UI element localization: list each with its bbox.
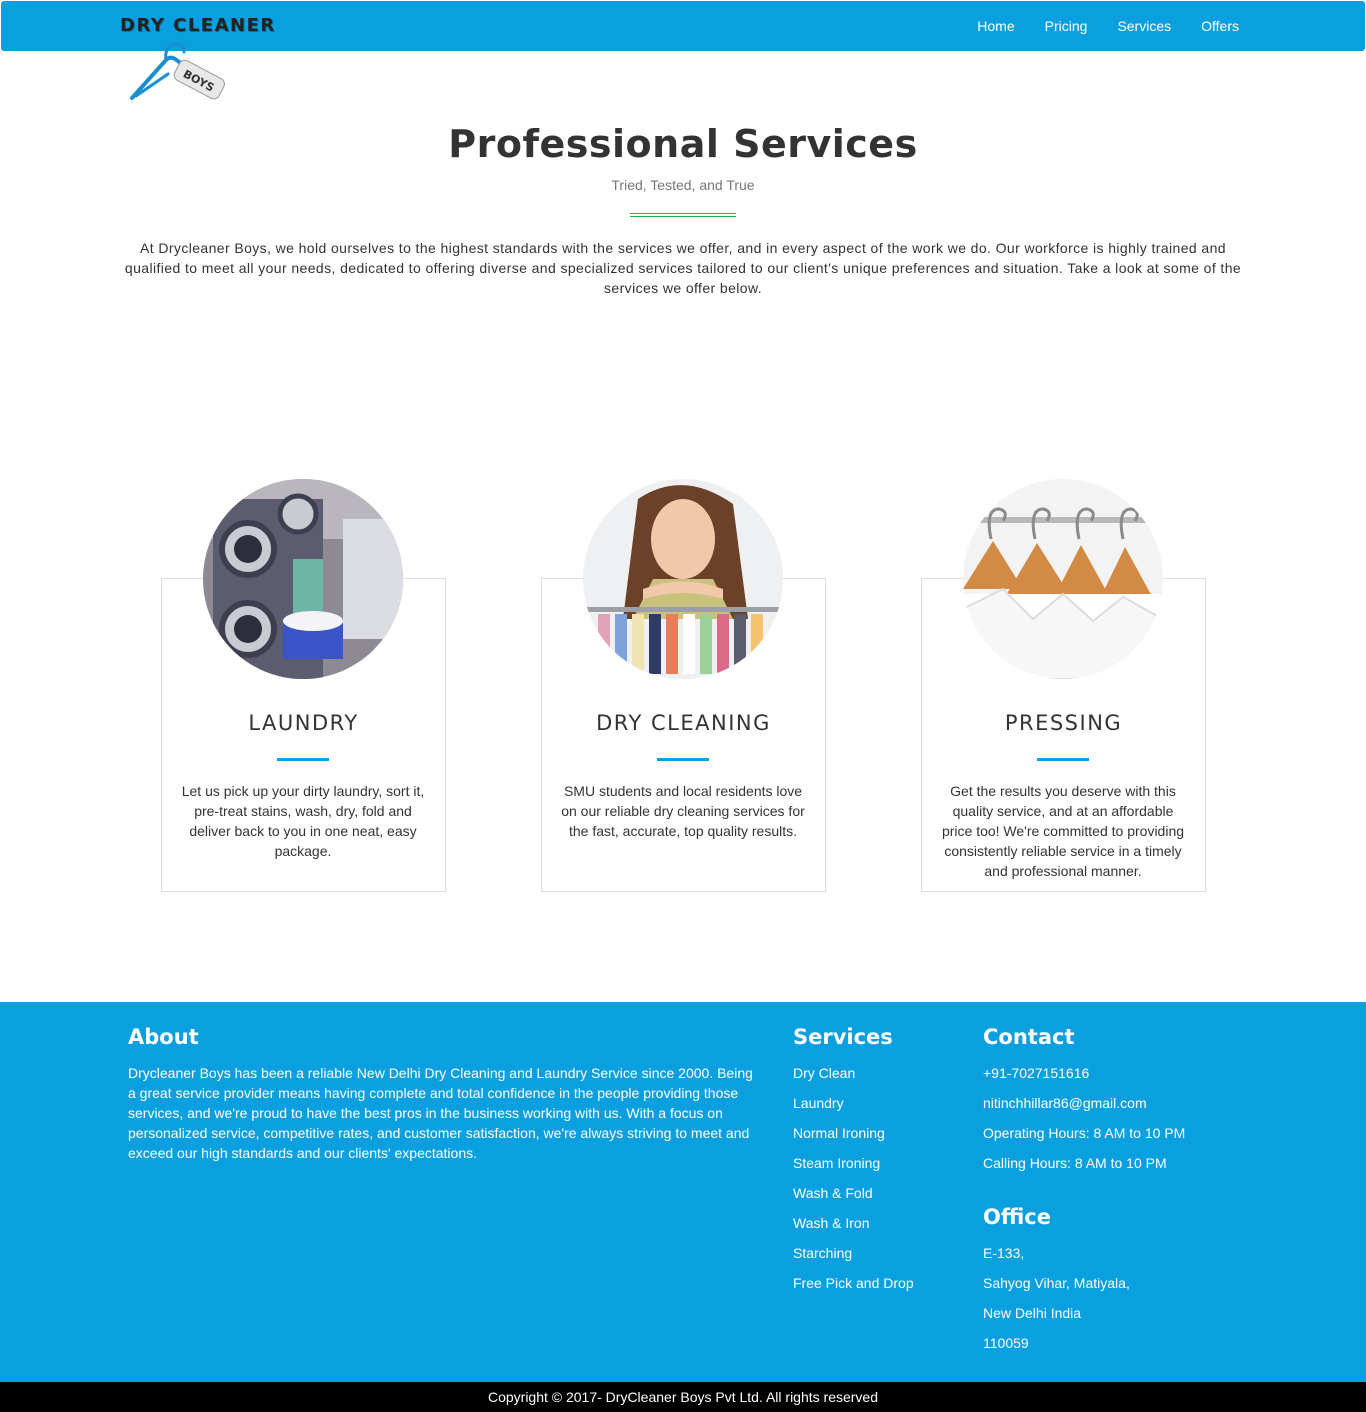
- service-link-wash-fold[interactable]: Wash & Fold: [793, 1183, 914, 1213]
- office-address: E-133, Sahyog Vihar, Matiyala, New Delhi…: [983, 1243, 1130, 1363]
- about-text: Drycleaner Boys has been a reliable New …: [128, 1065, 753, 1161]
- nav-home-link[interactable]: Home: [977, 18, 1014, 34]
- nav-links: Home Pricing Services Offers: [977, 18, 1239, 34]
- dry-cleaning-image: [583, 479, 783, 679]
- laundry-image: [203, 479, 403, 679]
- service-text-dry-cleaning: SMU students and local residents love on…: [561, 783, 805, 839]
- service-title-laundry: LAUNDRY: [248, 711, 359, 735]
- service-link-starching[interactable]: Starching: [793, 1243, 914, 1273]
- service-link-steam-ironing[interactable]: Steam Ironing: [793, 1153, 914, 1183]
- service-divider: [1037, 758, 1089, 761]
- intro-paragraph: At Drycleaner Boys, we hold ourselves to…: [124, 240, 1242, 296]
- copyright-bar: Copyright © 2017- DryCleaner Boys Pvt Lt…: [0, 1382, 1366, 1412]
- office-heading: Office: [983, 1205, 1051, 1229]
- nav-services-link[interactable]: Services: [1117, 18, 1171, 34]
- footer: About Drycleaner Boys has been a reliabl…: [0, 1002, 1366, 1382]
- hanger-logo-icon: BOYS: [130, 42, 225, 100]
- address-postcode: 110059: [983, 1335, 1029, 1351]
- service-link-wash-iron[interactable]: Wash & Iron: [793, 1213, 914, 1243]
- services-heading: Services: [793, 1025, 893, 1049]
- contact-list: +91-7027151616 nitinchhillar86@gmail.com…: [983, 1063, 1185, 1183]
- service-text-laundry: Let us pick up your dirty laundry, sort …: [181, 783, 425, 859]
- service-title-dry-cleaning: DRY CLEANING: [596, 711, 771, 735]
- page-subtitle: Tried, Tested, and True: [611, 177, 755, 193]
- nav-offers-link[interactable]: Offers: [1201, 18, 1239, 34]
- address-line: New Delhi India: [983, 1305, 1082, 1321]
- about-heading: About: [128, 1025, 199, 1049]
- service-divider: [657, 758, 709, 761]
- operating-hours: Operating Hours: 8 AM to 10 PM: [983, 1125, 1186, 1141]
- service-title-pressing: PRESSING: [1004, 711, 1123, 735]
- page-title: Professional Services: [448, 122, 918, 166]
- nav-pricing-link[interactable]: Pricing: [1045, 18, 1088, 34]
- services-list: Dry Clean Laundry Normal Ironing Steam I…: [793, 1063, 914, 1303]
- service-text-pressing: Get the results you deserve with this qu…: [941, 783, 1185, 879]
- address-line: E-133,: [983, 1245, 1025, 1261]
- pressing-image: [963, 479, 1163, 679]
- calling-hours: Calling Hours: 8 AM to 10 PM: [983, 1155, 1167, 1171]
- service-link-dry-clean[interactable]: Dry Clean: [793, 1063, 914, 1093]
- service-divider: [277, 758, 329, 761]
- service-link-normal-ironing[interactable]: Normal Ironing: [793, 1123, 914, 1153]
- service-link-laundry[interactable]: Laundry: [793, 1093, 914, 1123]
- address-line: Sahyog Vihar, Matiyala,: [983, 1275, 1130, 1291]
- title-divider: [630, 213, 736, 217]
- contact-heading: Contact: [983, 1025, 1075, 1049]
- contact-email[interactable]: nitinchhillar86@gmail.com: [983, 1093, 1185, 1123]
- contact-phone[interactable]: +91-7027151616: [983, 1063, 1185, 1093]
- service-link-free-pick-drop[interactable]: Free Pick and Drop: [793, 1273, 914, 1303]
